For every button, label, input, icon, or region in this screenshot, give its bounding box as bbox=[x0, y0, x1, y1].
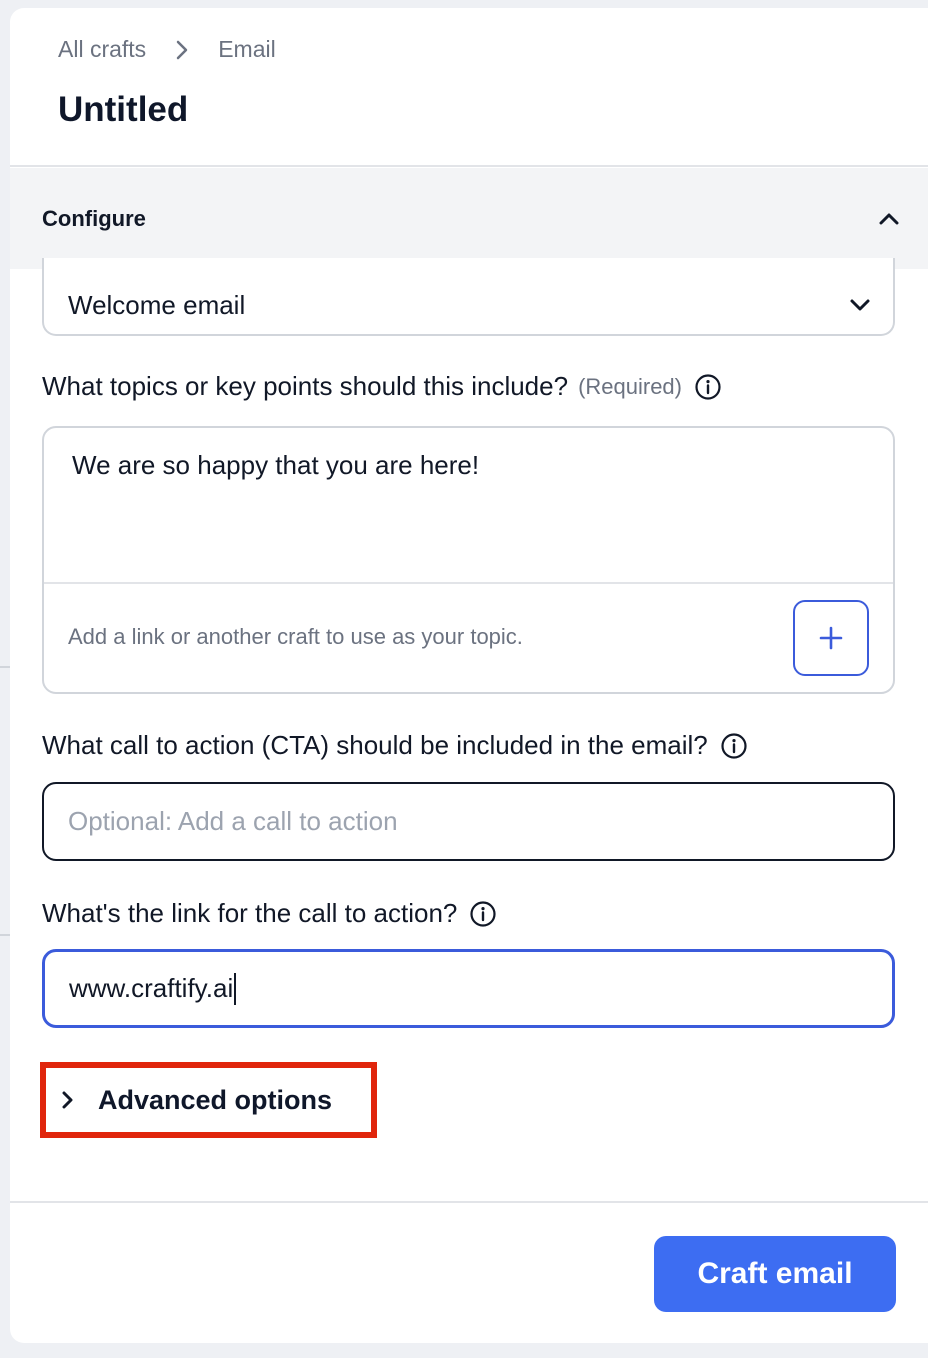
required-note: (Required) bbox=[578, 373, 682, 399]
cta-link-input[interactable]: www.craftify.ai bbox=[42, 949, 895, 1028]
edge-divider bbox=[0, 666, 10, 668]
cta-input[interactable]: Optional: Add a call to action bbox=[42, 782, 895, 861]
info-icon[interactable] bbox=[720, 732, 748, 760]
cta-link-field-label: What's the link for the call to action? bbox=[42, 898, 497, 929]
topics-label-text: What topics or key points should this in… bbox=[42, 371, 569, 401]
email-craft-panel: All crafts Email Untitled Configure Welc… bbox=[10, 8, 928, 1343]
cta-label-text: What call to action (CTA) should be incl… bbox=[42, 730, 708, 760]
info-icon[interactable] bbox=[469, 900, 497, 928]
info-icon[interactable] bbox=[694, 373, 722, 401]
topics-textarea[interactable]: We are so happy that you are here! bbox=[72, 450, 479, 481]
configure-section-toggle[interactable]: Configure bbox=[10, 168, 928, 269]
topics-field: We are so happy that you are here! Add a… bbox=[42, 426, 895, 694]
email-type-value: Welcome email bbox=[68, 289, 246, 320]
breadcrumb-all-crafts[interactable]: All crafts bbox=[58, 36, 146, 63]
cta-link-label-text: What's the link for the call to action? bbox=[42, 898, 458, 928]
breadcrumb-email[interactable]: Email bbox=[218, 36, 276, 63]
email-type-select[interactable]: Welcome email bbox=[42, 258, 895, 336]
edge-divider bbox=[0, 934, 10, 936]
cta-link-value: www.craftify.ai bbox=[69, 973, 234, 1003]
plus-icon bbox=[818, 625, 844, 651]
text-caret bbox=[234, 972, 237, 1005]
advanced-options-label: Advanced options bbox=[98, 1084, 333, 1115]
topics-field-label: What topics or key points should this in… bbox=[42, 371, 722, 402]
cta-placeholder: Optional: Add a call to action bbox=[68, 806, 398, 836]
breadcrumb: All crafts Email bbox=[58, 36, 276, 63]
chevron-right-icon bbox=[62, 1090, 74, 1110]
topics-hint: Add a link or another craft to use as yo… bbox=[68, 624, 523, 649]
configure-label: Configure bbox=[42, 205, 146, 231]
add-topic-source-button[interactable] bbox=[793, 600, 869, 676]
chevron-down-icon bbox=[849, 298, 871, 312]
chevron-up-icon bbox=[878, 212, 900, 226]
chevron-right-icon bbox=[176, 40, 188, 60]
topics-divider bbox=[44, 582, 893, 584]
panel-header: All crafts Email Untitled bbox=[10, 8, 928, 167]
advanced-options-toggle[interactable]: Advanced options bbox=[40, 1062, 377, 1138]
footer-divider bbox=[10, 1201, 928, 1203]
page-title[interactable]: Untitled bbox=[58, 90, 188, 130]
cta-field-label: What call to action (CTA) should be incl… bbox=[42, 730, 748, 761]
craft-email-button[interactable]: Craft email bbox=[654, 1236, 896, 1312]
